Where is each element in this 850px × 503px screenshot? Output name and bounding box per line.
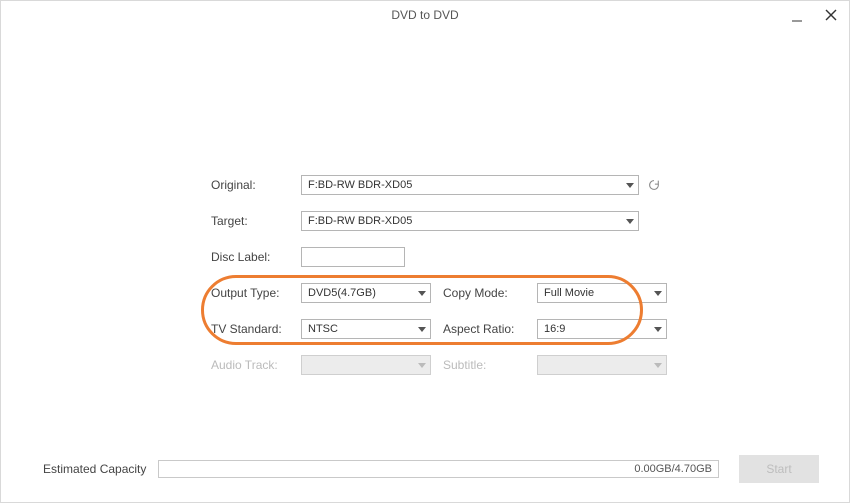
- chevron-down-icon: [654, 327, 662, 332]
- original-select[interactable]: F:BD-RW BDR-XD05: [301, 175, 639, 195]
- chevron-down-icon: [626, 219, 634, 224]
- target-select[interactable]: F:BD-RW BDR-XD05: [301, 211, 639, 231]
- audio-track-select: [301, 355, 431, 375]
- disc-label-input[interactable]: [301, 247, 405, 267]
- window-title: DVD to DVD: [391, 8, 458, 22]
- target-value: F:BD-RW BDR-XD05: [308, 215, 412, 227]
- aspect-ratio-value: 16:9: [544, 323, 565, 335]
- copy-mode-select[interactable]: Full Movie: [537, 283, 667, 303]
- capacity-progress: 0.00GB/4.70GB: [158, 460, 719, 478]
- label-copy-mode: Copy Mode:: [443, 286, 537, 300]
- label-target: Target:: [211, 214, 301, 228]
- chevron-down-icon: [654, 291, 662, 296]
- titlebar-controls: [785, 1, 843, 29]
- capacity-label: Estimated Capacity: [43, 462, 146, 476]
- app-window: DVD to DVD Original: F:BD-RW BDR-XD05: [0, 0, 850, 503]
- minimize-icon: [790, 10, 804, 24]
- close-icon: [825, 9, 837, 21]
- refresh-icon: [647, 178, 661, 192]
- row-audio-subtitle: Audio Track: Subtitle:: [211, 354, 681, 376]
- row-original: Original: F:BD-RW BDR-XD05: [211, 174, 681, 196]
- label-tv-standard: TV Standard:: [211, 322, 301, 336]
- subtitle-select: [537, 355, 667, 375]
- copy-mode-value: Full Movie: [544, 287, 594, 299]
- minimize-button[interactable]: [785, 3, 809, 31]
- row-tv-aspect: TV Standard: NTSC Aspect Ratio: 16:9: [211, 318, 681, 340]
- refresh-button[interactable]: [647, 178, 661, 192]
- content-area: Original: F:BD-RW BDR-XD05 Target: F:BD-…: [1, 29, 849, 502]
- close-button[interactable]: [819, 1, 843, 29]
- chevron-down-icon: [626, 183, 634, 188]
- output-type-select[interactable]: DVD5(4.7GB): [301, 283, 431, 303]
- start-button[interactable]: Start: [739, 455, 819, 483]
- row-output-copy: Output Type: DVD5(4.7GB) Copy Mode: Full…: [211, 282, 681, 304]
- chevron-down-icon: [418, 363, 426, 368]
- chevron-down-icon: [418, 291, 426, 296]
- row-disc-label: Disc Label:: [211, 246, 681, 268]
- tv-standard-value: NTSC: [308, 323, 338, 335]
- label-audio-track: Audio Track:: [211, 358, 301, 372]
- footer: Estimated Capacity 0.00GB/4.70GB Start: [1, 446, 849, 502]
- label-original: Original:: [211, 178, 301, 192]
- form-area: Original: F:BD-RW BDR-XD05 Target: F:BD-…: [211, 174, 681, 390]
- chevron-down-icon: [654, 363, 662, 368]
- original-value: F:BD-RW BDR-XD05: [308, 179, 412, 191]
- row-target: Target: F:BD-RW BDR-XD05: [211, 210, 681, 232]
- label-subtitle: Subtitle:: [443, 358, 537, 372]
- label-output-type: Output Type:: [211, 286, 301, 300]
- titlebar: DVD to DVD: [1, 1, 849, 29]
- chevron-down-icon: [418, 327, 426, 332]
- label-disc-label: Disc Label:: [211, 250, 301, 264]
- output-type-value: DVD5(4.7GB): [308, 287, 376, 299]
- aspect-ratio-select[interactable]: 16:9: [537, 319, 667, 339]
- tv-standard-select[interactable]: NTSC: [301, 319, 431, 339]
- capacity-text: 0.00GB/4.70GB: [634, 463, 712, 475]
- label-aspect-ratio: Aspect Ratio:: [443, 322, 537, 336]
